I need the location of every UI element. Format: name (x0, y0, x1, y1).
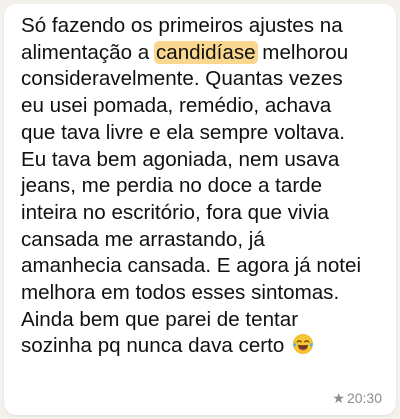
message-text-segment: alimentação a (21, 40, 155, 64)
message-text-segment: melhorou (256, 40, 349, 64)
message-line: inteira no escritório, fora que vivia (21, 200, 329, 224)
message-meta: ★ 20:30 (332, 390, 382, 406)
message-line: Ainda bem que parei de tentar (21, 307, 299, 331)
message-line: Só fazendo os primeiros ajustes na (21, 14, 343, 37)
face-with-tears-of-joy-icon (293, 334, 313, 355)
message-line: amanhecia cansada. E agora já notei (21, 254, 362, 278)
message-timestamp: 20:30 (346, 390, 382, 406)
message-line: cansada me arrastando, já (21, 227, 265, 251)
message-text-segment: sozinha pq nunca dava certo (21, 334, 291, 358)
message-line: consideravelmente. Quantas vezes (21, 67, 343, 91)
message-line: que tava livre e ela sempre voltava. (21, 120, 345, 144)
search-highlight: candidíase (153, 40, 258, 64)
message-line: melhora em todos esses sintomas. (21, 281, 340, 305)
message-line: jeans, me perdia no doce a tarde (21, 174, 323, 198)
message-text: Só fazendo os primeiros ajustes na alime… (21, 13, 382, 360)
message-line: sozinha pq nunca dava certo (21, 333, 382, 360)
message-line: eu usei pomada, remédio, achava (21, 94, 332, 118)
message-bubble[interactable]: Só fazendo os primeiros ajustes na alime… (4, 4, 396, 415)
star-icon: ★ (332, 390, 345, 406)
message-line: alimentação a candidíase melhorou (21, 40, 382, 67)
message-line: Eu tava bem agoniada, nem usava (21, 147, 340, 171)
